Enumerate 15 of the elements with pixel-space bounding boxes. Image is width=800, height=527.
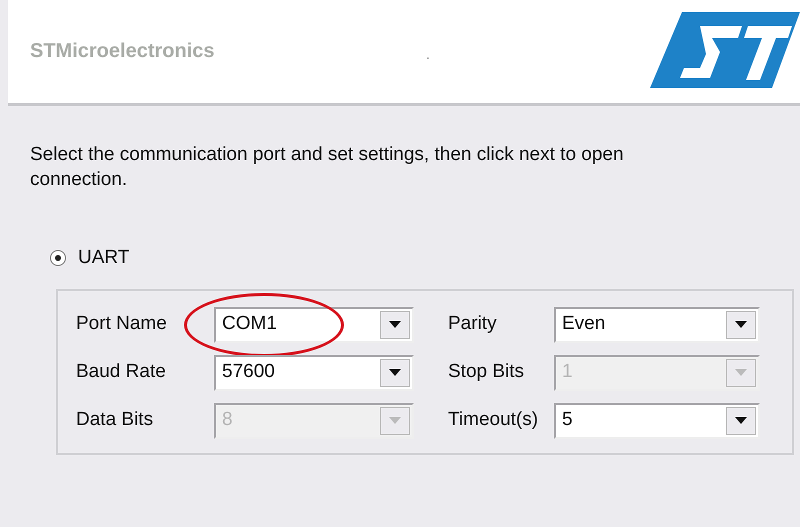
radio-button[interactable] xyxy=(50,250,66,266)
radio-label: UART xyxy=(78,246,130,270)
company-name: STMicroelectronics xyxy=(30,39,215,64)
field-label: Baud Rate xyxy=(75,360,167,384)
dropdown-field[interactable]: 5 xyxy=(554,402,760,438)
field-label: Port Name xyxy=(75,312,168,336)
field-label: Parity xyxy=(447,312,498,336)
dropdown-field[interactable]: 57600 xyxy=(214,354,414,390)
field-label: Stop Bits xyxy=(447,360,526,384)
instruction-text: Select the communication port and set settings, then click next to open connection. xyxy=(30,143,625,192)
field-label: Data Bits xyxy=(75,408,154,432)
dot-mark: . xyxy=(426,45,430,64)
field-label: Timeout(s) xyxy=(447,408,540,432)
dropdown-field[interactable]: Even xyxy=(554,306,760,342)
dropdown-field[interactable]: COM1 xyxy=(214,306,414,342)
